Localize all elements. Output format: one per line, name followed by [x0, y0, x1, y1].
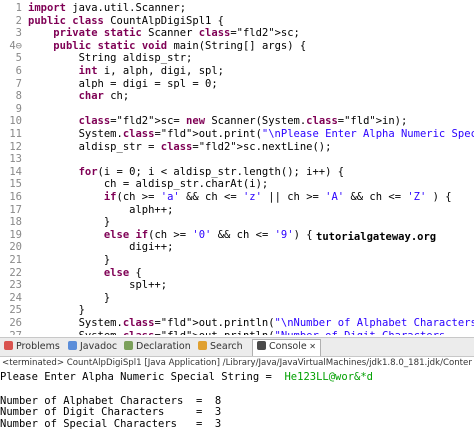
line-number: 16 — [9, 191, 22, 203]
code-line: else { — [103, 266, 142, 279]
code-line: alph = digi = spl = 0; — [28, 77, 218, 90]
problems-icon — [4, 341, 13, 350]
line-number: 21 — [9, 254, 22, 266]
line-number: 11 — [9, 128, 22, 140]
code-line: } — [28, 304, 85, 317]
line-number: 24 — [9, 291, 22, 304]
declaration-icon — [124, 341, 133, 350]
line-number: 15 — [9, 178, 22, 191]
line-number: 5 — [15, 52, 22, 65]
line-number: 19 — [9, 228, 22, 241]
code-line: else if(ch >= '0' && ch <= '9') { — [103, 228, 313, 241]
line-number: 12 — [9, 140, 22, 153]
code-line: spl++; — [28, 279, 168, 292]
line-number: 22 — [9, 266, 22, 279]
code-line: char ch; — [78, 90, 130, 103]
tab-label: Console — [269, 341, 307, 352]
line-number: 17 — [9, 203, 22, 216]
watermark-text: tutorialgateway.org — [316, 231, 437, 243]
console-prompt: Please Enter Alpha Numeric Special Strin… — [0, 371, 285, 383]
code-line: } — [28, 291, 111, 304]
line-number: 26 — [9, 317, 22, 329]
code-line: digi++; — [28, 241, 174, 254]
console-output-special: Number of Special Characters = 3 — [0, 418, 222, 431]
line-number: 18 — [9, 216, 22, 229]
console-icon — [257, 341, 266, 350]
console-user-input: He123LL@wor&*d — [284, 371, 373, 383]
line-number: 13 — [9, 153, 22, 166]
console-output[interactable]: Please Enter Alpha Numeric Special Strin… — [0, 371, 474, 436]
code-line: System.class="fld">out.print("\nPlease E… — [28, 128, 474, 140]
line-number: 8 — [15, 90, 22, 103]
tab-search[interactable]: Search — [198, 340, 243, 354]
tab-label: Search — [210, 341, 243, 352]
line-number: 27 — [0, 330, 22, 335]
code-line: if(ch >= 'a' && ch <= 'z' || ch >= 'A' &… — [103, 191, 452, 203]
close-icon[interactable]: ✕ — [307, 342, 316, 351]
code-line: public static void main(String[] args) { — [53, 39, 307, 52]
code-line: alph++; — [28, 203, 174, 216]
console-output-digit: Number of Digit Characters = 3 — [0, 406, 222, 419]
code-line: String aldisp_str; — [28, 52, 193, 65]
code-line: for(i = 0; i < aldisp_str.length(); i++)… — [78, 165, 345, 178]
code-editor[interactable]: 1 2 3 4⊖ 5 6 7 8 9 10 11 12 13 14 15 16 17 18 19 20 21 22 23 24… — [0, 0, 474, 335]
tab-problems[interactable]: Problems — [4, 340, 60, 354]
console-status-line: <terminated> CountAlpDigiSpl1 [Java Appl… — [2, 358, 472, 368]
line-number: 7 — [15, 77, 22, 90]
javadoc-icon — [68, 341, 77, 350]
line-number: 3 — [15, 27, 22, 40]
line-number: 9 — [15, 102, 22, 115]
line-number: 6 — [15, 65, 22, 77]
code-line: System.class="fld">out.println("\nNumber… — [28, 317, 474, 329]
tab-console[interactable]: Console ✕ — [252, 339, 321, 356]
code-line: public class CountAlpDigiSpl1 { — [28, 14, 224, 27]
line-number: 20 — [9, 241, 22, 254]
code-line: aldisp_str = class="fld2">sc.nextLine(); — [28, 140, 332, 153]
tab-label: Javadoc — [80, 341, 118, 352]
line-number: 4⊖ — [9, 39, 22, 52]
line-number: 23 — [9, 279, 22, 292]
line-number: 2 — [15, 14, 22, 27]
code-line: import java.util.Scanner; — [28, 2, 187, 14]
code-line: } — [28, 254, 111, 266]
tab-declaration[interactable]: Declaration — [124, 340, 191, 354]
code-line: private static Scanner class="fld2">sc; — [53, 27, 300, 40]
line-number: 14 — [9, 165, 22, 178]
tab-label: Problems — [16, 341, 60, 352]
code-line: ch = aldisp_str.charAt(i); — [28, 178, 269, 191]
code-line: class="fld2">sc= new Scanner(System.clas… — [78, 115, 408, 128]
search-icon — [198, 341, 207, 350]
line-number: 10 — [9, 115, 22, 128]
code-line: int i, alph, digi, spl; — [78, 65, 224, 77]
line-number: 25 — [9, 304, 22, 317]
bottom-view-tabs: Problems Javadoc Declaration Search Console … — [0, 337, 474, 357]
tab-javadoc[interactable]: Javadoc — [68, 340, 117, 354]
console-output-alphabet: Number of Alphabet Characters = 8 — [0, 394, 222, 407]
code-line: System.class="fld">out.println("Number o… — [28, 330, 474, 335]
tab-label: Declaration — [136, 341, 191, 352]
code-line: } — [28, 216, 111, 229]
line-number: 1 — [15, 2, 22, 14]
